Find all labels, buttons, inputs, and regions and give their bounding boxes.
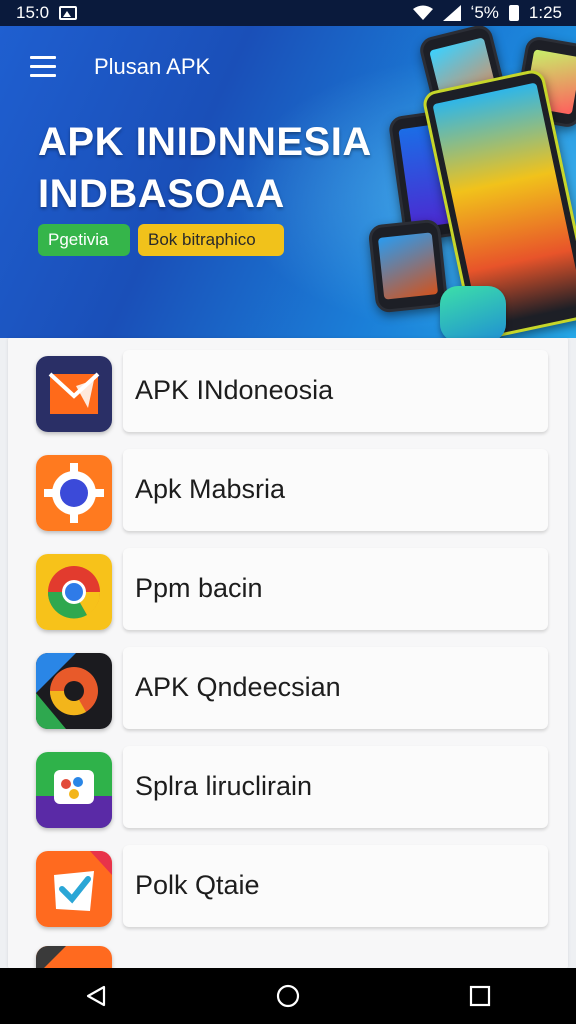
list-item[interactable]: APK Qndeecsian <box>8 639 568 737</box>
hero-line-2: INDBASOAA <box>38 172 285 216</box>
gear-orange-icon <box>36 455 112 531</box>
app-name: Ppm bacin <box>135 573 263 603</box>
hero-line-1: APK INIDNNESIA <box>38 120 372 164</box>
home-icon[interactable] <box>258 974 318 1018</box>
app-name: APK Qndeecsian <box>135 672 341 702</box>
list-item[interactable]: Ppm bacin <box>8 540 568 638</box>
signal-icon <box>442 5 461 21</box>
navigation-bar <box>0 968 576 1024</box>
partial-app-icon <box>36 946 112 968</box>
hero-title: APK INIDNNESIA INDBASOAA <box>38 116 372 220</box>
app-name: Splra liruclirain <box>135 771 313 801</box>
app-name: APK INdoneosia <box>135 375 334 405</box>
header-banner: Plusan APK APK INIDNNESIA INDBASOAA Pget… <box>0 26 576 338</box>
app-name: Polk Qtaie <box>135 870 260 900</box>
hamburger-menu-icon[interactable] <box>30 56 56 78</box>
app-title: Plusan APK <box>94 54 211 79</box>
battery-icon <box>508 5 519 21</box>
status-time-left: 15:0 <box>16 3 50 22</box>
wifi-icon <box>412 5 433 20</box>
battery-percent: ʻ5% <box>470 3 499 22</box>
list-item[interactable]: Apk Mabsria <box>8 441 568 539</box>
gallery-icon <box>59 6 78 20</box>
app-name: Apk Mabsria <box>135 474 286 504</box>
recents-icon[interactable] <box>450 974 510 1018</box>
chrome-icon <box>36 554 112 630</box>
orange-envelope-icon <box>36 356 112 432</box>
green-purple-app-icon <box>36 752 112 828</box>
chip-green[interactable]: Pgetivia <box>38 224 130 256</box>
list-item[interactable]: APK INdoneosia <box>8 342 568 440</box>
back-icon[interactable] <box>66 974 126 1018</box>
list-item[interactable]: Splra liruclirain <box>8 738 568 836</box>
orange-check-icon <box>36 851 112 927</box>
status-time-right: 1:25 <box>528 3 562 22</box>
chip-yellow[interactable]: Bok bitraphico <box>138 224 284 256</box>
list-item[interactable]: Polk Qtaie <box>8 837 568 935</box>
app-list: APK INdoneosia Apk Mabsria Ppm bacin APK… <box>8 338 568 968</box>
list-item[interactable] <box>8 936 568 968</box>
chrome-dark-icon <box>36 653 112 729</box>
status-bar: 15:0 ʻ5% 1:25 <box>0 0 576 26</box>
